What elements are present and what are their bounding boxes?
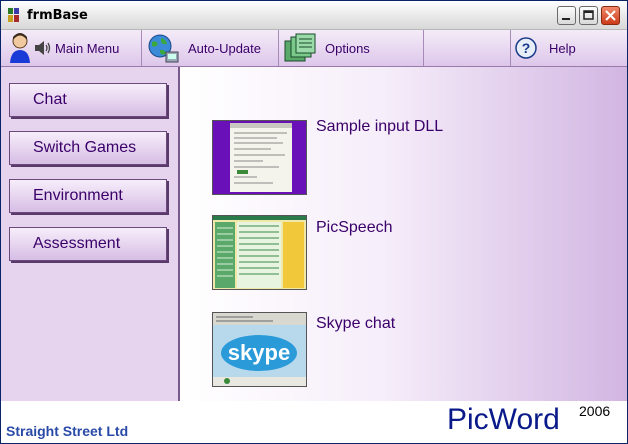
sample-input-dll-screenshot [230, 123, 292, 192]
sidebar-item-assessment[interactable]: Assessment [9, 227, 167, 261]
company-name: Straight Street Ltd [6, 423, 129, 439]
sidebar-item-environment[interactable]: Environment [9, 179, 167, 213]
main-menu-label: Main Menu [55, 41, 120, 56]
picspeech-thumbnail[interactable] [212, 215, 307, 290]
footer: Straight Street Ltd PicWord 2006 [1, 401, 627, 443]
sidebar: Chat Switch Games Environment Assessment [1, 67, 180, 401]
speaker-icon [35, 41, 51, 55]
options-button[interactable]: Options [279, 30, 424, 66]
help-icon: ? [515, 37, 537, 59]
close-button[interactable] [601, 6, 620, 25]
globe-update-icon [148, 34, 179, 63]
skype-chat-thumbnail[interactable]: skype [212, 312, 307, 387]
sample-input-dll-thumbnail[interactable] [212, 120, 307, 195]
help-button[interactable]: ? Help [511, 30, 627, 66]
app-window: frmBase Main Menu Auto-Update Options ? … [0, 0, 628, 444]
brand-year: 2006 [579, 403, 611, 419]
sample-input-dll-link[interactable]: Sample input DLL [316, 118, 443, 136]
options-icon [284, 33, 316, 62]
close-icon [605, 10, 616, 21]
window-title: frmBase [27, 8, 88, 23]
sidebar-item-label: Chat [33, 91, 67, 108]
sidebar-item-label: Assessment [33, 235, 121, 252]
auto-update-label: Auto-Update [188, 41, 261, 56]
picspeech-screenshot [213, 216, 306, 288]
sidebar-item-chat[interactable]: Chat [9, 83, 167, 117]
maximize-button[interactable] [579, 6, 598, 25]
sidebar-item-label: Switch Games [33, 139, 137, 156]
help-label: Help [549, 41, 576, 56]
person-icon [10, 33, 30, 63]
menu-spacer [424, 30, 511, 66]
minimize-button[interactable] [557, 6, 576, 25]
skype-chat-link[interactable]: Skype chat [316, 315, 395, 333]
skype-logo-text: skype [228, 340, 290, 365]
options-label: Options [325, 41, 370, 56]
svg-text:?: ? [522, 40, 531, 56]
brand-name: PicWord [447, 403, 560, 436]
app-icon [8, 8, 19, 22]
sidebar-item-switch-games[interactable]: Switch Games [9, 131, 167, 165]
picspeech-link[interactable]: PicSpeech [316, 219, 393, 237]
minimize-icon [562, 18, 570, 20]
content-panel: Sample input DLL PicSpeech skype Skype c… [180, 67, 627, 401]
skype-screenshot: skype [213, 313, 306, 386]
sidebar-item-label: Environment [33, 187, 123, 204]
menu-bar: Main Menu Auto-Update Options ? Help [1, 30, 627, 67]
maximize-icon [583, 10, 594, 20]
main-menu-button[interactable]: Main Menu [1, 30, 142, 66]
auto-update-button[interactable]: Auto-Update [142, 30, 279, 66]
title-bar[interactable]: frmBase [1, 1, 627, 30]
